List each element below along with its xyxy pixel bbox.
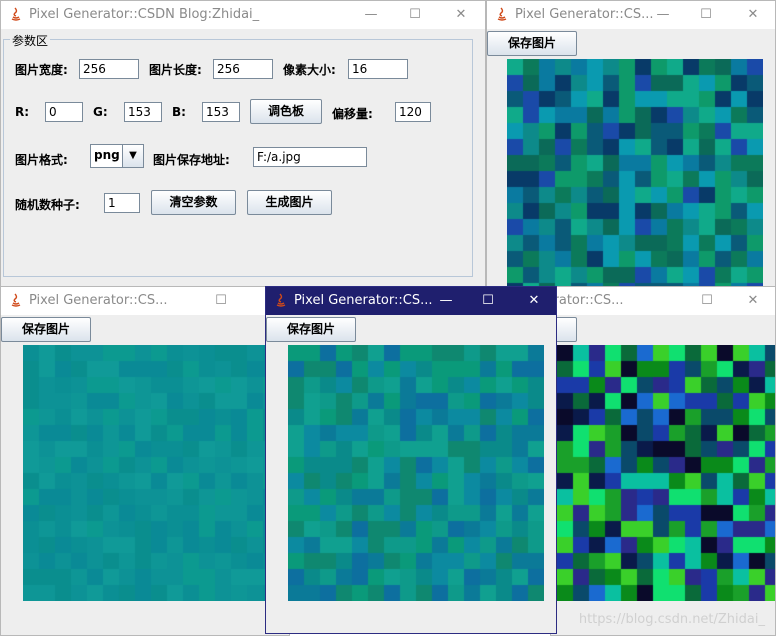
maximize-icon[interactable]: ☐ — [405, 5, 425, 25]
maximize-icon[interactable]: ☐ — [211, 291, 231, 311]
minimize-icon[interactable]: — — [436, 291, 456, 311]
window-title: Pixel Generator::CS... — [294, 293, 433, 308]
preview-window-1-content: 保存图片 — [487, 29, 775, 289]
minimize-icon[interactable]: — — [653, 5, 673, 25]
preview-window-1-titlebar[interactable]: Pixel Generator::CS... — ☐ ✕ — [487, 1, 775, 29]
generate-image-button[interactable]: 生成图片 — [247, 190, 332, 215]
preview-window-3-content: 保存图片 — [266, 315, 556, 633]
format-label: 图片格式: — [15, 153, 68, 167]
preview-window-3: Pixel Generator::CS... — ☐ ✕ 保存图片 — [265, 286, 557, 634]
offset-field[interactable]: 120 — [395, 102, 431, 122]
maximize-icon[interactable]: ☐ — [697, 291, 717, 311]
preview-window-4-titlebar[interactable]: Pixel Generator::CS... ☐ ✕ — [551, 287, 775, 315]
java-icon — [11, 293, 21, 307]
save-image-button[interactable]: 保存图片 — [266, 317, 356, 342]
window-title: Pixel Generator::CSDN Blog:Zhidai_ — [29, 7, 260, 22]
b-label: B: — [172, 105, 186, 119]
r-label: R: — [15, 105, 30, 119]
main-window-content: 参数区 图片宽度: 256 图片长度: 256 像素大小: 16 R: 0 G:… — [1, 29, 485, 289]
pixel-size-label: 像素大小: — [283, 63, 336, 77]
main-window: Pixel Generator::CSDN Blog:Zhidai_ — ☐ ✕… — [0, 0, 486, 290]
seed-field[interactable]: 1 — [104, 193, 140, 213]
preview-window-2-content: 保存图片 — [1, 315, 289, 635]
minimize-icon[interactable]: — — [361, 5, 381, 25]
window-title: Pixel Generator::CS... — [29, 293, 168, 308]
close-icon[interactable]: ✕ — [743, 291, 763, 311]
window-title: Pixel Generator::CS... — [551, 293, 624, 308]
preview-window-2-titlebar[interactable]: Pixel Generator::CS... ☐ — [1, 287, 289, 315]
close-icon[interactable]: ✕ — [524, 291, 544, 311]
preview-window-3-titlebar[interactable]: Pixel Generator::CS... — ☐ ✕ — [266, 287, 556, 315]
height-field[interactable]: 256 — [213, 59, 273, 79]
clear-params-button[interactable]: 清空参数 — [151, 190, 236, 215]
preview-window-4-content: 保存图片 — [551, 315, 775, 635]
save-image-button[interactable]: 保存图片 — [1, 317, 91, 342]
r-field[interactable]: 0 — [45, 102, 83, 122]
save-path-label: 图片保存地址: — [153, 153, 230, 167]
close-icon[interactable]: ✕ — [743, 5, 763, 25]
pixel-image — [23, 345, 279, 601]
save-path-field[interactable]: F:/a.jpg — [253, 147, 367, 167]
offset-label: 偏移量: — [332, 107, 373, 121]
save-image-button[interactable]: 保存图片 — [487, 31, 577, 56]
width-label: 图片宽度: — [15, 63, 68, 77]
close-icon[interactable]: ✕ — [451, 5, 471, 25]
palette-button[interactable]: 调色板 — [250, 99, 322, 124]
pixel-image — [507, 59, 763, 289]
java-icon — [497, 7, 507, 21]
maximize-icon[interactable]: ☐ — [696, 5, 716, 25]
pixel-image — [288, 345, 544, 601]
java-icon — [276, 293, 286, 307]
preview-window-1: Pixel Generator::CS... — ☐ ✕ 保存图片 — [486, 0, 776, 290]
preview-window-2: Pixel Generator::CS... ☐ 保存图片 — [0, 286, 290, 636]
height-label: 图片长度: — [149, 63, 202, 77]
format-value: png — [94, 148, 120, 162]
g-label: G: — [93, 105, 108, 119]
width-field[interactable]: 256 — [79, 59, 139, 79]
seed-label: 随机数种子: — [15, 198, 80, 212]
window-title: Pixel Generator::CS... — [515, 7, 654, 22]
preview-window-4: Pixel Generator::CS... ☐ ✕ 保存图片 https://… — [550, 286, 776, 636]
java-icon — [11, 7, 21, 21]
format-select[interactable]: png ▼ — [90, 144, 144, 168]
pixel-size-field[interactable]: 16 — [348, 59, 408, 79]
watermark: https://blog.csdn.net/Zhidai_ — [578, 612, 765, 627]
pixel-image — [557, 345, 775, 601]
group-title: 参数区 — [10, 32, 51, 49]
chevron-down-icon[interactable]: ▼ — [122, 145, 143, 167]
main-window-titlebar[interactable]: Pixel Generator::CSDN Blog:Zhidai_ — ☐ ✕ — [1, 1, 485, 29]
g-field[interactable]: 153 — [124, 102, 162, 122]
maximize-icon[interactable]: ☐ — [478, 291, 498, 311]
b-field[interactable]: 153 — [202, 102, 240, 122]
